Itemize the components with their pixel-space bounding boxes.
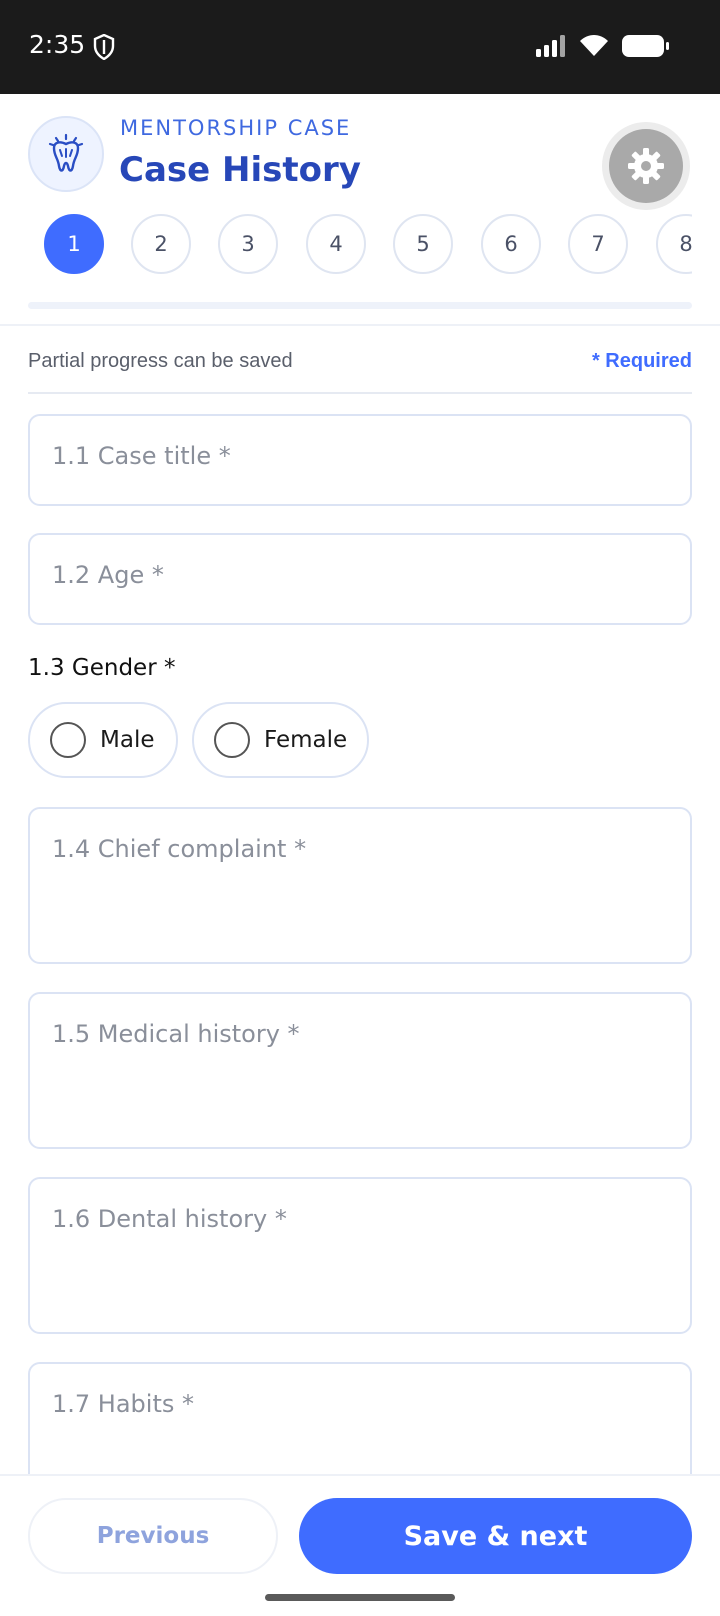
step-indicator: 1 2 3 4 5 6 7 8	[28, 212, 692, 276]
dental-history-placeholder: 1.6 Dental history *	[52, 1205, 287, 1233]
bottom-action-bar: Previous Save & next	[0, 1474, 720, 1616]
chief-complaint-placeholder: 1.4 Chief complaint *	[52, 835, 307, 863]
settings-button[interactable]	[602, 122, 690, 210]
shield-icon	[93, 34, 115, 60]
case-title-placeholder: 1.1 Case title *	[52, 442, 231, 470]
required-note: * Required	[591, 350, 692, 372]
status-time: 2:35	[29, 30, 86, 59]
chief-complaint-textarea[interactable]: 1.4 Chief complaint *	[28, 807, 692, 964]
wifi-icon	[580, 35, 608, 56]
save-next-button[interactable]: Save & next	[299, 1498, 692, 1574]
info-row: Partial progress can be saved * Required	[28, 350, 692, 394]
gender-option-male[interactable]: Male	[28, 702, 178, 778]
section-kicker: MENTORSHIP CASE	[120, 116, 352, 140]
step-2[interactable]: 2	[131, 214, 191, 274]
previous-button[interactable]: Previous	[28, 1498, 278, 1574]
gear-icon	[628, 148, 664, 184]
signal-icon	[536, 35, 565, 57]
gender-label: 1.3 Gender *	[28, 655, 176, 681]
step-6[interactable]: 6	[481, 214, 541, 274]
gender-option-label: Male	[100, 727, 155, 753]
medical-history-placeholder: 1.5 Medical history *	[52, 1020, 300, 1048]
dental-history-textarea[interactable]: 1.6 Dental history *	[28, 1177, 692, 1334]
page-title: Case History	[119, 150, 361, 190]
medical-history-textarea[interactable]: 1.5 Medical history *	[28, 992, 692, 1149]
home-indicator[interactable]	[265, 1594, 455, 1601]
gender-option-female[interactable]: Female	[192, 702, 369, 778]
step-4[interactable]: 4	[306, 214, 366, 274]
step-5[interactable]: 5	[393, 214, 453, 274]
case-title-input[interactable]: 1.1 Case title *	[28, 414, 692, 506]
tooth-logo-icon	[28, 116, 104, 192]
progress-bar	[28, 302, 692, 309]
step-7[interactable]: 7	[568, 214, 628, 274]
header: MENTORSHIP CASE Case History 1 2 3 4 5 6…	[0, 94, 720, 326]
radio-circle-icon	[50, 722, 86, 758]
step-8[interactable]: 8	[656, 214, 692, 274]
age-placeholder: 1.2 Age *	[52, 561, 164, 589]
status-bar: 2:35	[0, 0, 720, 94]
radio-circle-icon	[214, 722, 250, 758]
step-1[interactable]: 1	[44, 214, 104, 274]
age-input[interactable]: 1.2 Age *	[28, 533, 692, 625]
gender-option-label: Female	[264, 727, 348, 753]
save-hint: Partial progress can be saved	[28, 350, 293, 372]
battery-icon	[622, 35, 669, 57]
habits-placeholder: 1.7 Habits *	[52, 1390, 194, 1418]
step-3[interactable]: 3	[218, 214, 278, 274]
